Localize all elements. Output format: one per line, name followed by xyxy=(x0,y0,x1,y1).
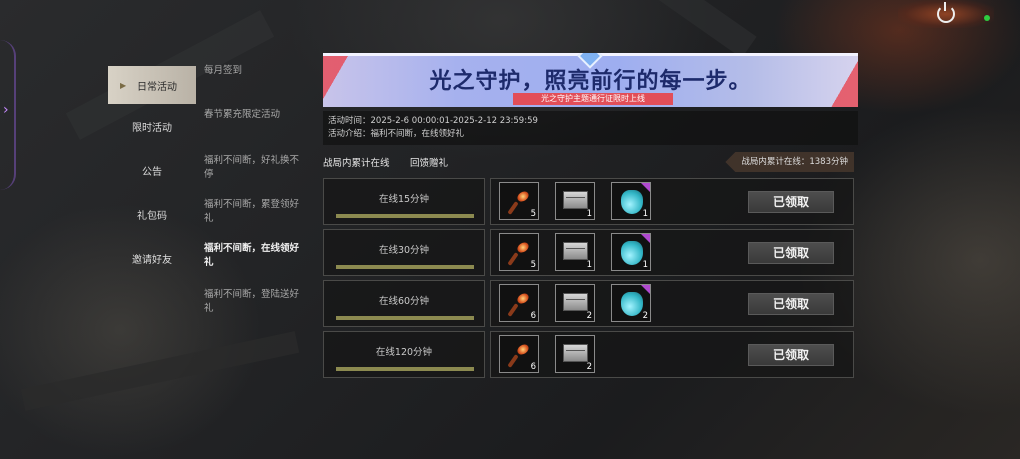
reward-item[interactable]: 2 xyxy=(555,335,595,373)
blue-bag-icon xyxy=(621,190,643,214)
progress-bar xyxy=(336,367,474,371)
claimed-button[interactable]: 已领取 xyxy=(748,344,834,366)
reward-header: 战局内累计在线 回馈赠礼 战局内累计在线：1383分钟 xyxy=(323,152,858,172)
torch-icon xyxy=(508,291,530,315)
category-nav: 日常活动 限时活动 公告 礼包码 邀请好友 xyxy=(108,66,196,280)
reward-row: 在线15分钟 5 1 1 已领取 xyxy=(323,178,854,225)
power-icon xyxy=(937,2,955,23)
reward-item[interactable]: 5 xyxy=(499,233,539,271)
blue-bag-icon xyxy=(621,292,643,316)
nav-item-limited[interactable]: 限时活动 xyxy=(108,104,196,148)
claimed-button[interactable]: 已领取 xyxy=(748,191,834,213)
banner-subtitle: 光之守护主题通行证限时上线 xyxy=(513,93,673,105)
reward-item[interactable]: 2 xyxy=(555,284,595,322)
milestone-label: 在线120分钟 xyxy=(375,347,433,358)
reward-row: 在线120分钟 6 2 已领取 xyxy=(323,331,854,378)
nav-item-gift-code[interactable]: 礼包码 xyxy=(108,192,196,236)
reward-item[interactable]: 2 xyxy=(611,284,651,322)
online-status-dot xyxy=(984,15,990,21)
supply-box-icon xyxy=(563,242,588,260)
activity-item-login-gift[interactable]: 福利不间断，登陆送好礼 xyxy=(204,288,304,316)
online-milestone: 在线30分钟 xyxy=(323,229,485,276)
blue-bag-icon xyxy=(621,241,643,265)
column-header-online: 战局内累计在线 xyxy=(323,158,390,169)
supply-box-icon xyxy=(563,191,588,209)
reward-item[interactable]: 6 xyxy=(499,284,539,322)
activity-item-login-accumulate[interactable]: 福利不间断，累登领好礼 xyxy=(204,198,304,226)
progress-bar xyxy=(336,265,474,269)
reward-item[interactable]: 1 xyxy=(611,182,651,220)
event-info: 活动时间：2025-2-6 00:00:01-2025-2-12 23:59:5… xyxy=(323,111,858,145)
milestone-label: 在线30分钟 xyxy=(378,245,430,256)
nav-item-invite[interactable]: 邀请好友 xyxy=(108,236,196,280)
torch-icon xyxy=(508,342,530,366)
reward-row: 在线60分钟 6 2 2 已领取 xyxy=(323,280,854,327)
reward-row: 在线30分钟 5 1 1 已领取 xyxy=(323,229,854,276)
reward-item[interactable]: 6 xyxy=(499,335,539,373)
nav-item-announcement[interactable]: 公告 xyxy=(108,148,196,192)
progress-bar xyxy=(336,316,474,320)
online-milestone: 在线60分钟 xyxy=(323,280,485,327)
activity-item-spring-topup[interactable]: 春节累充限定活动 xyxy=(204,108,304,122)
activity-item-exchange[interactable]: 福利不间断，好礼换不停 xyxy=(204,154,304,182)
reward-items: 5 1 1 已领取 xyxy=(490,229,854,276)
online-milestone: 在线120分钟 xyxy=(323,331,485,378)
reward-item[interactable]: 5 xyxy=(499,182,539,220)
event-time: 活动时间：2025-2-6 00:00:01-2025-2-12 23:59:5… xyxy=(328,116,538,126)
claimed-button[interactable]: 已领取 xyxy=(748,242,834,264)
nav-item-daily[interactable]: 日常活动 xyxy=(108,66,196,104)
event-banner: 光之守护，照亮前行的每一步。 光之守护主题通行证限时上线 xyxy=(323,53,858,107)
supply-box-icon xyxy=(563,293,588,311)
activity-item-monthly-signin[interactable]: 每月签到 xyxy=(204,64,304,78)
chevron-right-icon[interactable]: › xyxy=(3,102,9,118)
milestone-label: 在线60分钟 xyxy=(378,296,430,307)
event-intro: 活动介绍：福利不间断，在线领好礼 xyxy=(328,129,465,139)
reward-item[interactable]: 1 xyxy=(555,182,595,220)
milestone-label: 在线15分钟 xyxy=(378,194,430,205)
activity-item-online-reward[interactable]: 福利不间断，在线领好礼 xyxy=(204,242,304,270)
total-online-badge: 战局内累计在线：1383分钟 xyxy=(725,152,854,172)
online-milestone: 在线15分钟 xyxy=(323,178,485,225)
reward-items: 5 1 1 已领取 xyxy=(490,178,854,225)
banner-title: 光之守护，照亮前行的每一步。 xyxy=(429,69,752,94)
claimed-button[interactable]: 已领取 xyxy=(748,293,834,315)
reward-item[interactable]: 1 xyxy=(611,233,651,271)
column-header-rewards: 回馈赠礼 xyxy=(410,158,449,169)
torch-icon xyxy=(508,240,530,264)
reward-items: 6 2 2 已领取 xyxy=(490,280,854,327)
power-button[interactable] xyxy=(898,0,994,28)
progress-bar xyxy=(336,214,474,218)
supply-box-icon xyxy=(563,344,588,362)
reward-item[interactable]: 1 xyxy=(555,233,595,271)
reward-items: 6 2 已领取 xyxy=(490,331,854,378)
torch-icon xyxy=(508,189,530,213)
